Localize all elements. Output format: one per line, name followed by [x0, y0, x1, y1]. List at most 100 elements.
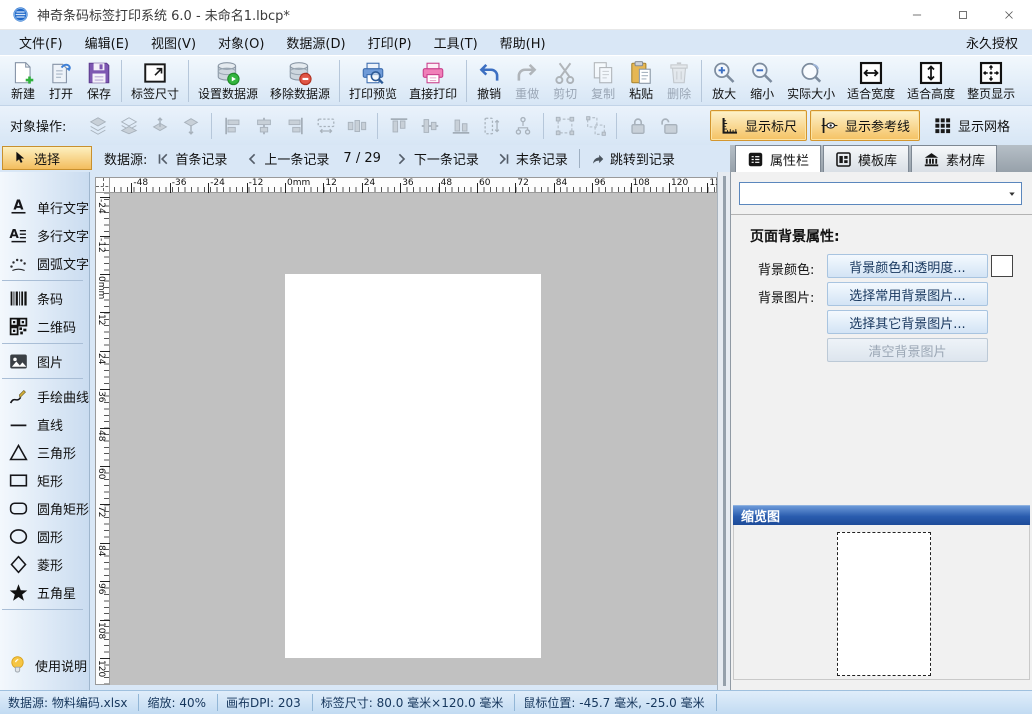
- tab-properties[interactable]: 属性栏: [735, 145, 821, 172]
- actual-size-button[interactable]: 实际大小: [781, 58, 841, 104]
- tool-rectangle[interactable]: 矩形: [0, 466, 89, 494]
- choose-common-background-button[interactable]: 选择常用背景图片...: [827, 282, 988, 306]
- paste-button[interactable]: 粘贴: [622, 58, 660, 104]
- tab-materials[interactable]: 素材库: [911, 145, 997, 172]
- show-ruler-toggle[interactable]: 显示标尺: [710, 110, 807, 141]
- tool-circle[interactable]: 圆形: [0, 522, 89, 550]
- align-center-icon: [253, 115, 275, 137]
- clear-background-button: 清空背景图片: [827, 338, 988, 362]
- remove-datasource-button[interactable]: 移除数据源: [264, 58, 336, 104]
- tool-star[interactable]: 五角星: [0, 578, 89, 606]
- status-label-size: 标签尺寸: 80.0 毫米×120.0 毫米: [313, 694, 516, 711]
- tab-templates[interactable]: 模板库: [823, 145, 909, 172]
- guides-icon: [820, 116, 839, 135]
- menu-object[interactable]: 对象(O): [207, 33, 275, 52]
- group-icon: [554, 115, 576, 137]
- tool-barcode[interactable]: 条码: [0, 284, 89, 312]
- menu-file[interactable]: 文件(F): [8, 33, 74, 52]
- status-zoom: 缩放: 40%: [139, 694, 218, 711]
- choose-other-background-button[interactable]: 选择其它背景图片...: [827, 310, 988, 334]
- tool-diamond[interactable]: 菱形: [0, 550, 89, 578]
- label-page[interactable]: [285, 274, 541, 658]
- show-guides-toggle[interactable]: 显示参考线: [810, 110, 920, 141]
- minimize-icon: [910, 8, 924, 22]
- undo-button[interactable]: 撤销: [470, 58, 508, 104]
- menu-view[interactable]: 视图(V): [140, 33, 207, 52]
- tool-sidebar: A 单行文字 A 多行文字 圆弧文字 条码 二维码: [0, 172, 90, 690]
- tool-single-line-text[interactable]: A 单行文字: [0, 193, 89, 221]
- tool-freehand-curve[interactable]: 手绘曲线: [0, 382, 89, 410]
- set-datasource-button[interactable]: 设置数据源: [192, 58, 264, 104]
- minimize-button[interactable]: [894, 0, 940, 30]
- direct-print-button[interactable]: 直接打印: [403, 58, 463, 104]
- print-preview-icon: [360, 60, 386, 86]
- ruler-icon: [720, 116, 739, 135]
- record-counter[interactable]: 7 / 29: [338, 145, 385, 172]
- tool-line[interactable]: 直线: [0, 410, 89, 438]
- fit-height-icon: [918, 60, 944, 86]
- status-datasource: 数据源: 物料编码.xlsx: [0, 694, 139, 711]
- print-direct-icon: [420, 60, 446, 86]
- background-color-swatch[interactable]: [991, 255, 1013, 277]
- menu-print[interactable]: 打印(P): [357, 33, 423, 52]
- zoom-in-button[interactable]: 放大: [705, 58, 743, 104]
- new-button[interactable]: 新建: [4, 58, 42, 104]
- design-canvas[interactable]: [110, 193, 717, 685]
- menu-edit[interactable]: 编辑(E): [74, 33, 140, 52]
- next-record-button[interactable]: 下一条记录: [386, 145, 488, 172]
- separator: [377, 113, 378, 139]
- close-icon: [1002, 8, 1016, 22]
- fit-width-button[interactable]: 适合宽度: [841, 58, 901, 104]
- copy-button: 复制: [584, 58, 622, 104]
- object-style-combobox[interactable]: [739, 182, 1022, 205]
- menu-tools[interactable]: 工具(T): [423, 33, 489, 52]
- status-canvas-dpi: 画布DPI: 203: [218, 694, 313, 711]
- send-backward-button: [175, 112, 206, 140]
- status-mouse-position: 鼠标位置: -45.7 毫米, -25.0 毫米: [515, 694, 716, 711]
- background-color-label: 背景颜色:: [758, 259, 814, 278]
- bulb-icon: [7, 654, 28, 676]
- layer-back-icon: [118, 115, 140, 137]
- fit-page-button[interactable]: 整页显示: [961, 58, 1021, 104]
- jump-to-record-button[interactable]: 跳转到记录: [582, 145, 684, 172]
- background-color-button[interactable]: 背景颜色和透明度...: [827, 254, 988, 278]
- vertical-ruler: -24-120mm1224364860728496108120: [95, 193, 110, 685]
- separator: [616, 113, 617, 139]
- panel-tab-strip: 属性栏 模板库 素材库: [730, 145, 1032, 172]
- separator: [339, 60, 340, 102]
- tool-rounded-rectangle[interactable]: 圆角矩形: [0, 494, 89, 522]
- diamond-icon: [7, 554, 30, 575]
- panel-divider: [731, 214, 1032, 215]
- window-title: 神奇条码标签打印系统 6.0 - 未命名1.lbcp*: [37, 5, 290, 24]
- tool-triangle[interactable]: 三角形: [0, 438, 89, 466]
- fit-height-button[interactable]: 适合高度: [901, 58, 961, 104]
- usage-help-button[interactable]: 使用说明: [7, 654, 87, 676]
- prev-record-button[interactable]: 上一条记录: [236, 145, 338, 172]
- zoom-out-button[interactable]: 缩小: [743, 58, 781, 104]
- tool-multi-line-text[interactable]: A 多行文字: [0, 221, 89, 249]
- open-button[interactable]: 打开: [42, 58, 80, 104]
- separator: [543, 113, 544, 139]
- align-middle-icon: [419, 115, 441, 137]
- panel-splitter[interactable]: [717, 172, 730, 690]
- maximize-button[interactable]: [940, 0, 986, 30]
- show-grid-toggle[interactable]: 显示网格: [923, 110, 1020, 141]
- same-height-button: [476, 112, 507, 140]
- star-icon: [7, 582, 30, 603]
- close-button[interactable]: [986, 0, 1032, 30]
- tab-material-icon: [923, 151, 940, 168]
- first-record-button[interactable]: 首条记录: [147, 145, 236, 172]
- label-size-button[interactable]: 标签尺寸: [125, 58, 185, 104]
- menu-help[interactable]: 帮助(H): [489, 33, 557, 52]
- tool-arc-text[interactable]: 圆弧文字: [0, 249, 89, 277]
- select-tool-button[interactable]: 选择: [2, 146, 92, 170]
- print-preview-button[interactable]: 打印预览: [343, 58, 403, 104]
- barcode-icon: [7, 288, 30, 309]
- align-left-icon: [222, 115, 244, 137]
- properties-panel: 页面背景属性: 背景颜色: 背景颜色和透明度... 背景图片: 选择常用背景图片…: [730, 172, 1032, 690]
- save-button[interactable]: 保存: [80, 58, 118, 104]
- tool-qrcode[interactable]: 二维码: [0, 312, 89, 340]
- tool-image[interactable]: 图片: [0, 347, 89, 375]
- menu-datasource[interactable]: 数据源(D): [275, 33, 356, 52]
- last-record-button[interactable]: 末条记录: [488, 145, 577, 172]
